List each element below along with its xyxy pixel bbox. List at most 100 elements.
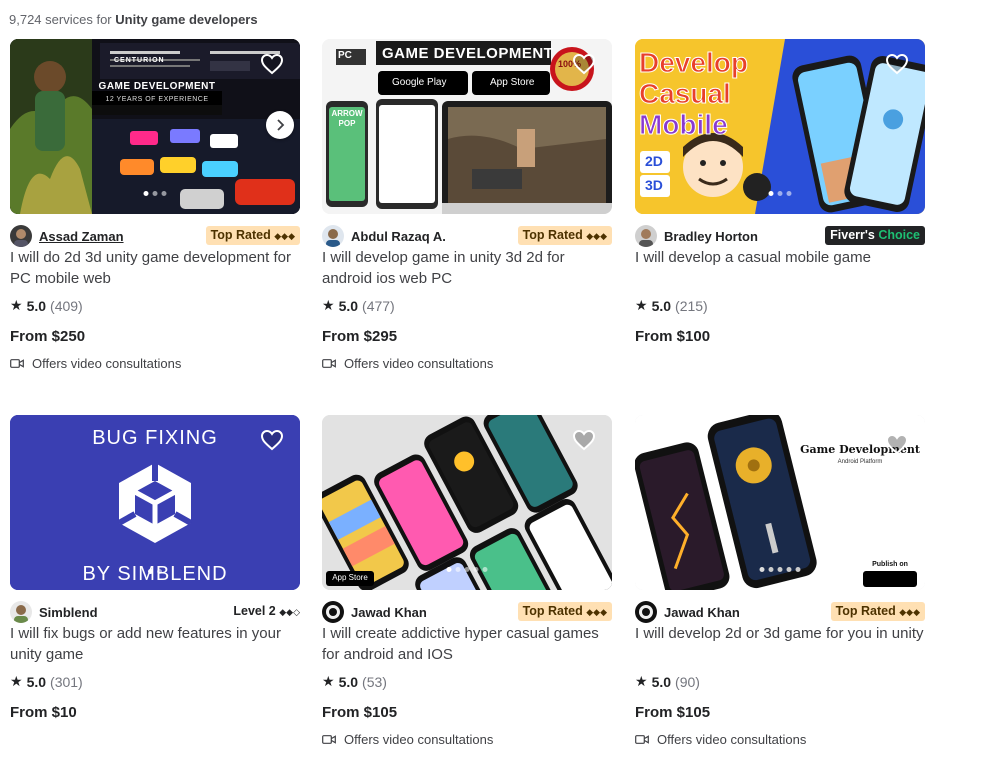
rating-count: (477) xyxy=(362,297,395,314)
top-rated-badge: Top Rated ◆◆◆ xyxy=(205,226,300,245)
star-icon: ★ xyxy=(635,297,648,313)
rating: ★ 5.0 (53) xyxy=(322,673,387,690)
carousel-dot[interactable] xyxy=(768,191,774,196)
seller-name[interactable]: Simblend xyxy=(39,605,98,620)
heart-outline-icon[interactable] xyxy=(260,53,284,75)
heart-outline-icon[interactable] xyxy=(572,53,596,75)
results-text: services for xyxy=(45,12,112,27)
avatar[interactable] xyxy=(322,225,344,247)
thumb-text-brand: BY SIMBLEND xyxy=(82,563,228,585)
avatar[interactable] xyxy=(10,601,32,623)
carousel-dot[interactable] xyxy=(777,567,783,572)
badge-label: Level 2 xyxy=(233,604,276,618)
heart-outline-icon[interactable] xyxy=(572,429,596,451)
gig-card[interactable]: BUG FIXING BY SIMBLEND Simblend Level 2 … xyxy=(10,415,300,721)
thumb-text-casual: Casual xyxy=(639,78,732,110)
gig-title[interactable]: I will do 2d 3d unity game development f… xyxy=(10,247,300,289)
gig-title[interactable]: I will develop a casual mobile game xyxy=(635,247,925,268)
rating-score: 5.0 xyxy=(338,673,359,690)
gig-thumbnail[interactable]: BUG FIXING BY SIMBLEND xyxy=(10,415,300,590)
gig-thumbnail[interactable]: App Store xyxy=(322,415,612,590)
carousel-dots xyxy=(143,191,167,196)
carousel-dot[interactable] xyxy=(768,567,774,572)
price[interactable]: From $295 xyxy=(322,328,397,345)
price[interactable]: From $105 xyxy=(635,704,710,721)
rating: ★ 5.0 (301) xyxy=(10,673,83,690)
carousel-dot[interactable] xyxy=(152,191,158,196)
rating-count: (215) xyxy=(675,297,708,314)
avatar[interactable] xyxy=(10,225,32,247)
chevron-right-icon[interactable] xyxy=(266,111,294,139)
rating: ★ 5.0 (90) xyxy=(635,673,700,690)
carousel-dot[interactable] xyxy=(455,567,461,572)
rating: ★ 5.0 (477) xyxy=(322,297,395,314)
heart-outline-icon[interactable] xyxy=(885,433,909,455)
gig-thumbnail[interactable]: Game Development Android Platform Publis… xyxy=(635,415,925,590)
heart-outline-icon[interactable] xyxy=(885,53,909,75)
carousel-dot[interactable] xyxy=(482,567,488,572)
seller-name[interactable]: Jawad Khan xyxy=(351,605,427,620)
carousel-dot[interactable] xyxy=(464,567,470,572)
star-icon: ★ xyxy=(322,297,335,313)
results-number: 9,724 xyxy=(9,12,42,27)
gig-card[interactable]: Develop Casual Mobile 2D 3D Bradley Hort… xyxy=(635,39,925,345)
badge-label: Top Rated xyxy=(835,604,896,618)
thumb-text-mobile: Mobile xyxy=(639,109,729,141)
top-rated-badge: Top Rated ◆◆◆ xyxy=(517,226,612,245)
seller-row: Bradley Horton Fiverr's Choice xyxy=(635,225,925,247)
rating-count: (90) xyxy=(675,673,700,690)
carousel-dot[interactable] xyxy=(795,567,801,572)
gig-thumbnail-image xyxy=(10,39,300,214)
carousel-dot[interactable] xyxy=(786,191,792,196)
thumb-text-publish: Publish on xyxy=(872,561,908,568)
heart-outline-icon[interactable] xyxy=(260,429,284,451)
gig-card[interactable]: App Store Jawad Khan Top Rated ◆◆◆ I wil… xyxy=(322,415,612,747)
thumb-text-title: BUG FIXING xyxy=(92,427,218,449)
gig-card[interactable]: CENTURION GAME DEVELOPMENT 12 YEARS OF E… xyxy=(10,39,300,371)
gig-thumbnail[interactable]: CENTURION GAME DEVELOPMENT 12 YEARS OF E… xyxy=(10,39,300,214)
results-query: Unity game developers xyxy=(115,12,258,27)
gig-thumbnail[interactable]: Develop Casual Mobile 2D 3D xyxy=(635,39,925,214)
carousel-dot[interactable] xyxy=(157,569,162,574)
seller-name[interactable]: Bradley Horton xyxy=(664,229,758,244)
rating-score: 5.0 xyxy=(338,297,359,314)
video-consultation: Offers video consultations xyxy=(322,356,493,371)
price[interactable]: From $10 xyxy=(10,704,77,721)
price[interactable]: From $105 xyxy=(322,704,397,721)
gig-title[interactable]: I will develop game in unity 3d 2d for a… xyxy=(322,247,612,289)
avatar[interactable] xyxy=(322,601,344,623)
seller-name[interactable]: Assad Zaman xyxy=(39,229,124,244)
results-count: 9,724 services for Unity game developers xyxy=(9,12,258,27)
seller-row: Assad Zaman Top Rated ◆◆◆ xyxy=(10,225,300,247)
badge-label: Fiverr's xyxy=(830,228,875,242)
seller-name[interactable]: Abdul Razaq A. xyxy=(351,229,446,244)
thumb-text-app-store: App Store xyxy=(490,77,535,88)
rating: ★ 5.0 (409) xyxy=(10,297,83,314)
price[interactable]: From $250 xyxy=(10,328,85,345)
video-consultation-label: Offers video consultations xyxy=(344,356,494,371)
gig-title[interactable]: I will create addictive hyper casual gam… xyxy=(322,623,612,665)
carousel-dot[interactable] xyxy=(777,191,783,196)
carousel-dots xyxy=(759,567,801,572)
carousel-dot[interactable] xyxy=(143,191,149,196)
gig-card[interactable]: GAME DEVELOPMENT 100% PC Google Play App… xyxy=(322,39,612,371)
thumb-text-title: GAME DEVELOPMENT xyxy=(98,81,216,92)
avatar[interactable] xyxy=(635,601,657,623)
thumb-text-centurion: CENTURION xyxy=(114,57,165,64)
carousel-dots xyxy=(446,567,488,572)
badge-label: Top Rated xyxy=(522,228,583,242)
carousel-dot[interactable] xyxy=(786,567,792,572)
gig-thumbnail[interactable]: GAME DEVELOPMENT 100% PC Google Play App… xyxy=(322,39,612,214)
carousel-dot[interactable] xyxy=(446,567,452,572)
carousel-dot[interactable] xyxy=(148,569,153,574)
carousel-dot[interactable] xyxy=(759,567,765,572)
seller-name[interactable]: Jawad Khan xyxy=(664,605,740,620)
gig-card[interactable]: Game Development Android Platform Publis… xyxy=(635,415,925,747)
avatar[interactable] xyxy=(635,225,657,247)
video-camera-icon xyxy=(10,359,24,368)
price[interactable]: From $100 xyxy=(635,328,710,345)
carousel-dot[interactable] xyxy=(161,191,167,196)
carousel-dot[interactable] xyxy=(473,567,479,572)
gig-title[interactable]: I will fix bugs or add new features in y… xyxy=(10,623,300,665)
gig-title[interactable]: I will develop 2d or 3d game for you in … xyxy=(635,623,925,644)
